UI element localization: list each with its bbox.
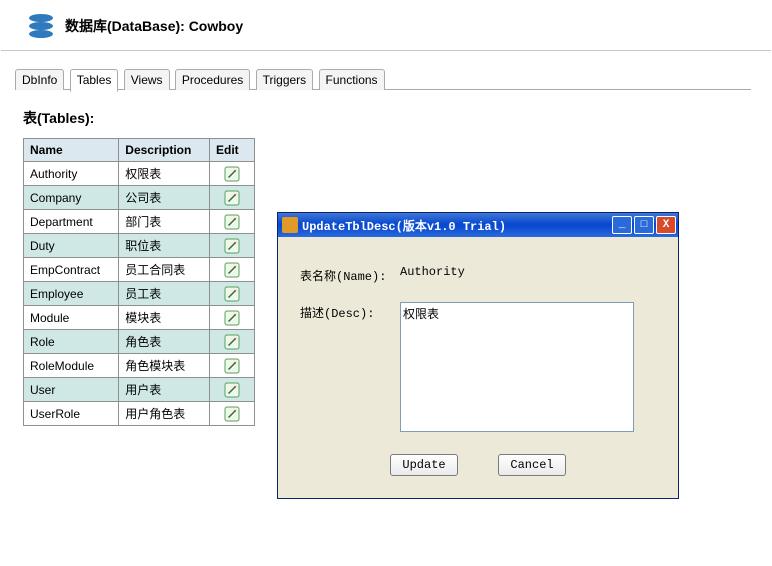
table-row: RoleModule角色模块表 (24, 354, 255, 378)
edit-icon[interactable] (224, 358, 240, 374)
table-row: Company公司表 (24, 186, 255, 210)
cell-description: 用户表 (119, 378, 210, 402)
cell-description: 角色模块表 (119, 354, 210, 378)
cell-name: User (24, 378, 119, 402)
table-row: UserRole用户角色表 (24, 402, 255, 426)
table-row: Employee员工表 (24, 282, 255, 306)
tab-tables[interactable]: Tables (70, 69, 119, 92)
dialog-app-icon (282, 217, 298, 233)
tab-dbinfo[interactable]: DbInfo (15, 69, 64, 90)
table-row: EmpContract员工合同表 (24, 258, 255, 282)
edit-icon[interactable] (224, 334, 240, 350)
cell-description: 员工合同表 (119, 258, 210, 282)
cell-description: 职位表 (119, 234, 210, 258)
page-title: 数据库(DataBase): Cowboy (65, 16, 243, 36)
cancel-button[interactable]: Cancel (498, 454, 566, 476)
cell-edit (210, 210, 255, 234)
cell-description: 模块表 (119, 306, 210, 330)
tab-procedures[interactable]: Procedures (175, 69, 250, 90)
cell-name: UserRole (24, 402, 119, 426)
tabs-row: DbInfo Tables Views Procedures Triggers … (1, 69, 771, 90)
cell-name: Duty (24, 234, 119, 258)
cell-description: 用户角色表 (119, 402, 210, 426)
dialog-minimize-button[interactable]: _ (612, 216, 632, 234)
maximize-icon: □ (641, 220, 648, 231)
tab-views[interactable]: Views (124, 69, 170, 90)
table-row: Duty职位表 (24, 234, 255, 258)
update-button[interactable]: Update (390, 454, 458, 476)
tab-functions[interactable]: Functions (319, 69, 385, 90)
table-row: Role角色表 (24, 330, 255, 354)
cell-description: 员工表 (119, 282, 210, 306)
cell-edit (210, 282, 255, 306)
cell-edit (210, 306, 255, 330)
table-row: User用户表 (24, 378, 255, 402)
edit-icon[interactable] (224, 166, 240, 182)
minimize-icon: _ (619, 220, 626, 231)
page-header: 数据库(DataBase): Cowboy (1, 1, 771, 51)
close-icon: X (663, 220, 670, 231)
database-icon (29, 14, 53, 38)
field-label-desc: 描述(Desc): (300, 302, 400, 321)
edit-icon[interactable] (224, 286, 240, 302)
edit-icon[interactable] (224, 406, 240, 422)
table-row: Department部门表 (24, 210, 255, 234)
cell-name: Role (24, 330, 119, 354)
cell-description: 权限表 (119, 162, 210, 186)
cell-name: Department (24, 210, 119, 234)
cell-edit (210, 258, 255, 282)
edit-icon[interactable] (224, 262, 240, 278)
tables-table-wrap: Name Description Edit Authority权限表Compan… (23, 138, 255, 426)
edit-icon[interactable] (224, 214, 240, 230)
cell-name: Company (24, 186, 119, 210)
cell-edit (210, 402, 255, 426)
col-header-description: Description (119, 139, 210, 162)
cell-description: 公司表 (119, 186, 210, 210)
cell-edit (210, 378, 255, 402)
field-value-name: Authority (400, 265, 656, 279)
table-row: Authority权限表 (24, 162, 255, 186)
field-label-name: 表名称(Name): (300, 265, 400, 284)
table-row: Module模块表 (24, 306, 255, 330)
edit-icon[interactable] (224, 382, 240, 398)
dialog-close-button[interactable]: X (656, 216, 676, 234)
edit-icon[interactable] (224, 238, 240, 254)
cell-edit (210, 330, 255, 354)
col-header-edit: Edit (210, 139, 255, 162)
cell-edit (210, 186, 255, 210)
dialog-body: 表名称(Name): Authority 描述(Desc): 权限表 Updat… (278, 237, 678, 498)
cell-name: EmpContract (24, 258, 119, 282)
cell-edit (210, 354, 255, 378)
desc-textarea[interactable]: 权限表 (400, 302, 634, 432)
tab-triggers[interactable]: Triggers (256, 69, 314, 90)
cell-description: 角色表 (119, 330, 210, 354)
dialog-titlebar[interactable]: UpdateTblDesc(版本v1.0 Trial) _ □ X (278, 213, 678, 237)
cell-name: RoleModule (24, 354, 119, 378)
cell-name: Authority (24, 162, 119, 186)
cell-name: Employee (24, 282, 119, 306)
dialog-maximize-button[interactable]: □ (634, 216, 654, 234)
dialog-title-text: UpdateTblDesc(版本v1.0 Trial) (302, 217, 506, 234)
cell-description: 部门表 (119, 210, 210, 234)
col-header-name: Name (24, 139, 119, 162)
edit-icon[interactable] (224, 310, 240, 326)
cell-edit (210, 234, 255, 258)
edit-icon[interactable] (224, 190, 240, 206)
update-tbl-desc-dialog: UpdateTblDesc(版本v1.0 Trial) _ □ X 表名称(Na… (277, 212, 679, 499)
cell-edit (210, 162, 255, 186)
tables-table: Name Description Edit Authority权限表Compan… (23, 138, 255, 426)
cell-name: Module (24, 306, 119, 330)
section-heading: 表(Tables): (23, 108, 771, 128)
